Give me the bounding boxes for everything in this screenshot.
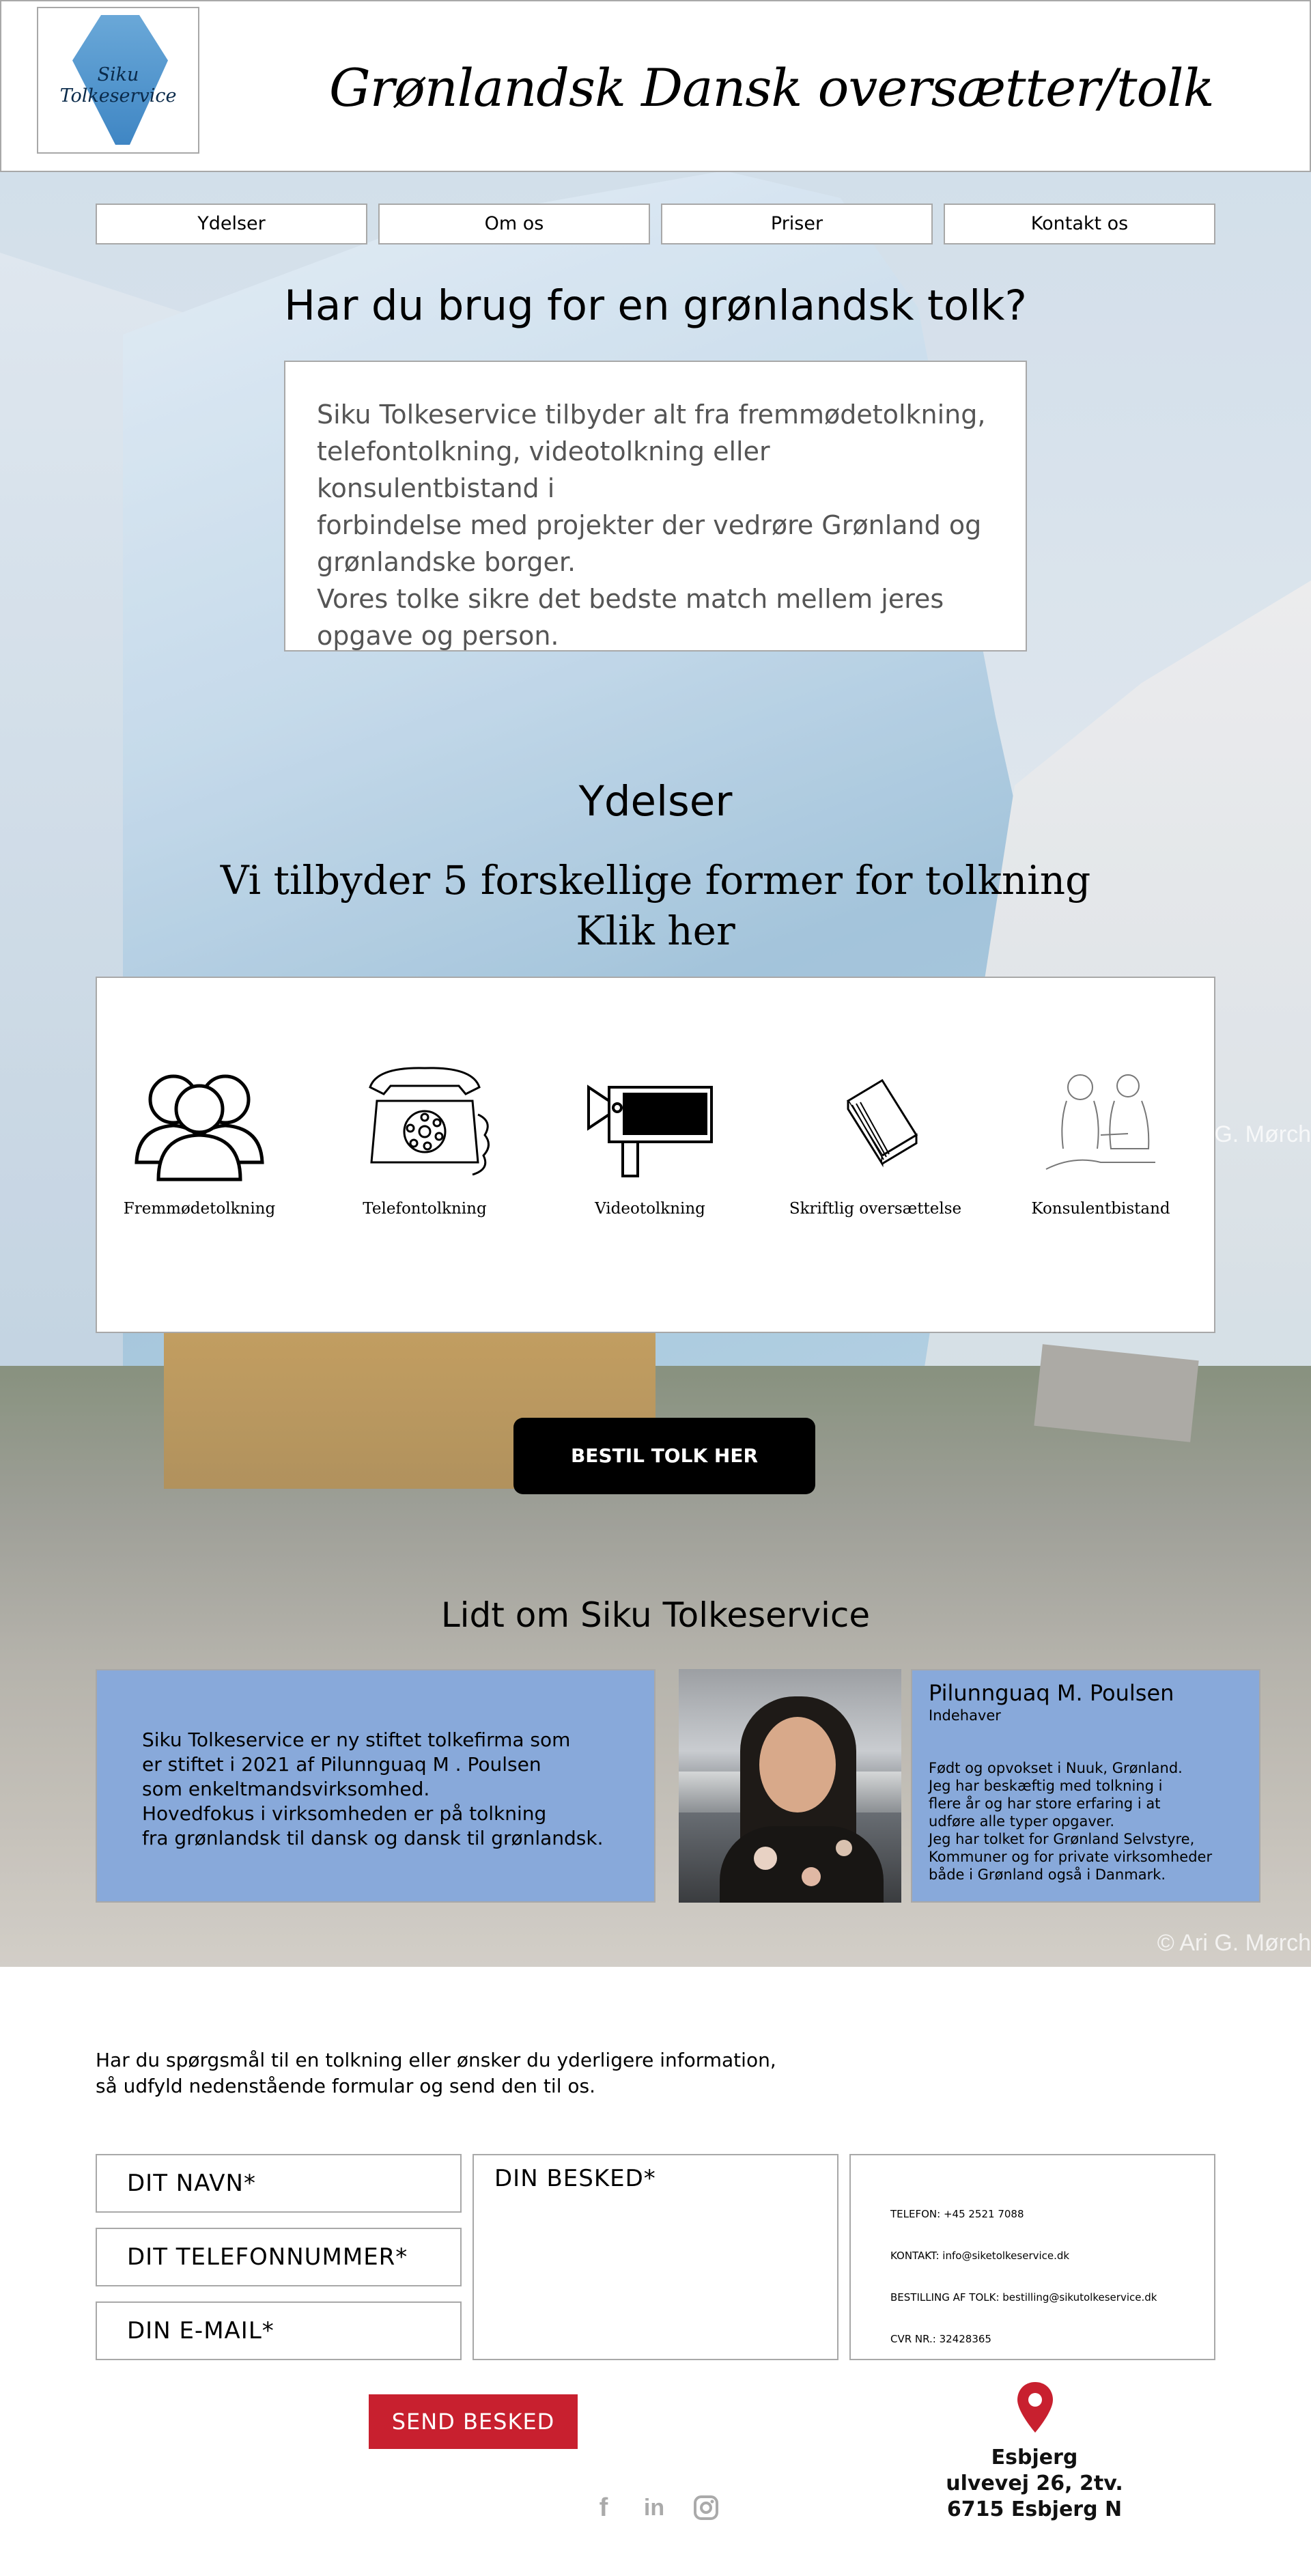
intro-line: opgave og person. <box>317 621 559 651</box>
logo-text: Siku Tolkeservice <box>59 64 177 107</box>
consultation-icon <box>1045 1074 1155 1170</box>
service-telefontolkning[interactable]: Telefontolkning <box>322 1060 527 1237</box>
bio-line: udføre alle typer opgaver. <box>929 1813 1115 1830</box>
nav-priser[interactable]: Priser <box>661 204 933 244</box>
service-label: Skriftlig oversættelse <box>789 1200 962 1218</box>
name-field[interactable]: DIT NAVN* <box>96 2154 462 2213</box>
contact-intro: Har du spørgsmål til en tolkning eller ø… <box>96 2047 776 2099</box>
address-city: Esbjerg <box>991 2446 1078 2469</box>
site-header: Siku Tolkeservice Grønlandsk Dansk overs… <box>0 0 1311 172</box>
video-camera-icon <box>587 1084 713 1177</box>
hero-heading: Har du brug for en grønlandsk tolk? <box>284 281 1027 330</box>
services-heading: Ydelser <box>578 777 733 826</box>
service-konsulentbistand[interactable]: Konsulentbistand <box>998 1060 1203 1237</box>
phone-field[interactable]: DIT TELEFONNUMMER* <box>96 2228 462 2286</box>
location-pin-icon <box>1017 2382 1053 2433</box>
about-line: som enkeltmandsvirksomhed. <box>142 1778 430 1800</box>
facebook-icon[interactable]: f <box>589 2493 619 2523</box>
order-interpreter-button[interactable]: BESTIL TOLK HER <box>513 1418 815 1494</box>
address: Esbjerg ulvevej 26, 2tv. 6715 Esbjerg N <box>888 2445 1181 2523</box>
message-field[interactable]: DIN BESKED* <box>473 2154 838 2360</box>
owner-bio: Født og opvokset i Nuuk, Grønland. Jeg h… <box>929 1759 1243 1884</box>
photo-credit-partial: G. Mørch <box>1214 1121 1311 1147</box>
intro-box: Siku Tolkeservice tilbyder alt fra fremm… <box>284 361 1027 652</box>
info-booking-email[interactable]: BESTILLING AF TOLK: bestilling@sikutolke… <box>890 2277 1174 2319</box>
bio-line: flere år og har store erfaring i at <box>929 1795 1161 1812</box>
owner-name: Pilunnguaq M. Poulsen <box>929 1680 1174 1706</box>
about-text-box: Siku Tolkeservice er ny stiftet tolkefir… <box>96 1669 656 1903</box>
service-fremmodetolkning[interactable]: Fremmødetolkning <box>97 1060 302 1237</box>
intro-line: forbindelse med projekter der vedrøre Gr… <box>317 510 982 540</box>
address-street: ulvevej 26, 2tv. <box>946 2472 1123 2495</box>
contact-info-box: TELEFON: +45 2521 7088 KONTAKT: info@sik… <box>849 2154 1215 2360</box>
instagram-icon[interactable] <box>691 2493 721 2523</box>
nav-ydelser[interactable]: Ydelser <box>96 204 367 244</box>
about-line: Hovedfokus i virksomheden er på tolkning <box>142 1802 547 1825</box>
book-icon <box>846 1078 918 1168</box>
service-label: Telefontolkning <box>363 1200 487 1218</box>
telephone-icon <box>369 1067 490 1176</box>
service-videotolkning[interactable]: Videotolkning <box>548 1060 752 1237</box>
owner-role: Indehaver <box>929 1707 1001 1724</box>
bio-line: Jeg har beskæftig med tolkning i <box>929 1778 1163 1794</box>
services-click-here[interactable]: Klik her <box>0 906 1311 956</box>
info-contact-email[interactable]: KONTAKT: info@siketolkeservice.dk <box>890 2235 1174 2277</box>
service-label: Videotolkning <box>595 1200 705 1218</box>
services-subheading-line: Vi tilbyder 5 forskellige former for tol… <box>220 857 1091 904</box>
email-field[interactable]: DIN E-MAIL* <box>96 2301 462 2360</box>
contact-intro-line: Har du spørgsmål til en tolkning eller ø… <box>96 2049 776 2071</box>
bio-line: Jeg har tolket for Grønland Selvstyre, <box>929 1831 1195 1847</box>
send-message-button[interactable]: SEND BESKED <box>369 2394 578 2449</box>
intro-line: telefontolkning, videotolkning eller kon… <box>317 436 770 503</box>
about-line: er stiftet i 2021 af Pilunnguaq M . Poul… <box>142 1753 541 1776</box>
linkedin-icon[interactable]: in <box>639 2493 669 2523</box>
logo[interactable]: Siku Tolkeservice <box>37 7 199 154</box>
service-label: Konsulentbistand <box>1031 1200 1170 1218</box>
nav-kontakt-os[interactable]: Kontakt os <box>944 204 1215 244</box>
intro-line: grønlandske borger. <box>317 547 576 577</box>
intro-line: Vores tolke sikre det bedste match melle… <box>317 584 944 614</box>
services-panel: Fremmødetolkning Telefontolkning Videoto… <box>96 977 1215 1333</box>
info-cvr: CVR NR.: 32428365 <box>890 2333 991 2345</box>
contact-intro-line: så udfyld nedenstående formular og send … <box>96 2075 595 2097</box>
intro-line: Siku Tolkeservice tilbyder alt fra fremm… <box>317 400 986 430</box>
bio-line: Født og opvokset i Nuuk, Grønland. <box>929 1760 1183 1776</box>
about-line: Siku Tolkeservice er ny stiftet tolkefir… <box>142 1728 571 1751</box>
info-phone[interactable]: TELEFON: +45 2521 7088 <box>890 2194 1174 2235</box>
people-group-icon <box>135 1074 264 1181</box>
nav-om-os[interactable]: Om os <box>378 204 650 244</box>
about-line: fra grønlandsk til dansk og dansk til gr… <box>142 1827 604 1849</box>
service-label: Fremmødetolkning <box>123 1200 276 1218</box>
site-title: Grønlandsk Dansk oversætter/tolk <box>329 57 1215 118</box>
about-heading: Lidt om Siku Tolkeservice <box>440 1595 871 1635</box>
services-subheading[interactable]: Vi tilbyder 5 forskellige former for tol… <box>0 855 1311 956</box>
bio-line: både i Grønland også i Danmark. <box>929 1866 1166 1883</box>
photo-credit: © Ari G. Mørch <box>1157 1930 1311 1956</box>
bio-line: Kommuner og for private virksomheder <box>929 1849 1213 1865</box>
owner-bio-box: Pilunnguaq M. Poulsen Indehaver Født og … <box>911 1669 1260 1903</box>
address-postal: 6715 Esbjerg N <box>946 2497 1123 2521</box>
service-skriftlig-oversaettelse[interactable]: Skriftlig oversættelse <box>773 1060 978 1237</box>
owner-photo <box>679 1669 901 1903</box>
